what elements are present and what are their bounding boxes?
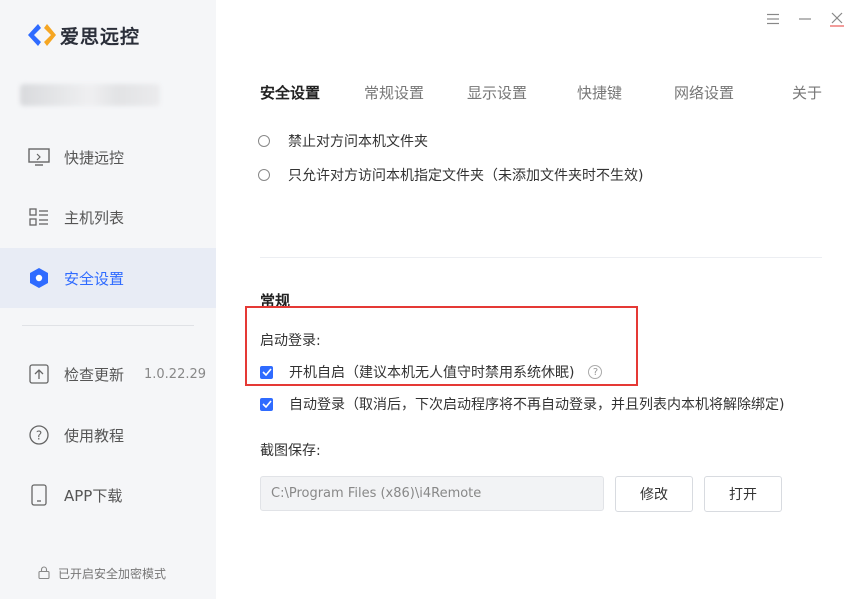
app-logo: 爱思远控 [26,22,140,48]
sidebar-item-label: 使用教程 [64,426,125,445]
tab-network[interactable]: 网络设置 [674,82,734,103]
radio-label: 只允许对方访问本机指定文件夹（未添加文件夹时不生效) [288,168,644,184]
open-folder-button[interactable]: 打开 [704,476,782,512]
shield-icon [28,267,50,289]
autologin-label: 自动登录（取消后，下次启动程序将不再自动登录，并且列表内本机将解除绑定) [289,397,785,413]
upload-icon [28,363,50,385]
sidebar-divider [22,325,194,326]
encryption-status-label: 已开启安全加密模式 [58,567,167,581]
radio-label: 禁止对方问本机文件夹 [288,134,428,150]
sidebar-item-tutorial[interactable]: ? 使用教程 [0,405,216,465]
app-title: 爱思远控 [60,25,141,48]
screenshot-save-label: 截图保存: [260,443,321,459]
screenshot-path-input[interactable] [260,476,604,511]
close-icon[interactable] [828,10,846,28]
logo-icon [26,22,56,48]
radio-deny-folder-access[interactable]: 禁止对方问本机文件夹 [258,131,428,151]
phone-icon [28,484,50,506]
section-divider [260,257,822,258]
menu-icon[interactable] [764,10,782,28]
sidebar-item-quick-remote[interactable]: 快捷远控 [0,127,216,187]
sidebar-item-app-download[interactable]: APP下载 [0,465,216,525]
svg-text:?: ? [36,429,42,443]
version-label: 1.0.22.29 [144,366,207,382]
tab-shortcuts[interactable]: 快捷键 [577,82,622,103]
tab-security[interactable]: 安全设置 [260,82,320,103]
monitor-icon [28,146,50,168]
autologin-option[interactable]: 自动登录（取消后，下次启动程序将不再自动登录，并且列表内本机将解除绑定) [260,394,784,414]
tab-general[interactable]: 常规设置 [364,82,424,103]
tab-display[interactable]: 显示设置 [467,82,527,103]
radio-button[interactable] [258,169,270,181]
sidebar-item-security[interactable]: 安全设置 [0,248,216,308]
list-icon [28,206,50,228]
sidebar-item-host-list[interactable]: 主机列表 [0,187,216,247]
help-circle-icon: ? [28,424,50,446]
encryption-status: 已开启安全加密模式 [38,565,166,582]
sidebar: 爱思远控 快捷远控 主机列表 安全设置 检查更新 1.0.22.29 ? 使用教… [0,0,216,599]
sidebar-item-label: 快捷远控 [64,148,125,167]
sidebar-item-check-update[interactable]: 检查更新 1.0.22.29 [0,344,216,404]
check-icon [261,400,272,408]
sidebar-item-label: APP下载 [64,486,123,505]
autologin-checkbox[interactable] [260,397,273,411]
sidebar-item-label: 主机列表 [64,208,125,227]
sidebar-item-label: 安全设置 [64,269,125,288]
minimize-icon[interactable] [796,10,814,28]
radio-allow-specific-folder[interactable]: 只允许对方访问本机指定文件夹（未添加文件夹时不生效) [258,165,643,185]
highlight-annotation-box [245,306,638,386]
user-account-blurred [20,84,160,106]
sidebar-item-label: 检查更新 [64,365,125,384]
lock-icon [38,565,50,582]
tab-about[interactable]: 关于 [792,82,822,103]
radio-button[interactable] [258,135,270,147]
modify-path-button[interactable]: 修改 [615,476,693,512]
